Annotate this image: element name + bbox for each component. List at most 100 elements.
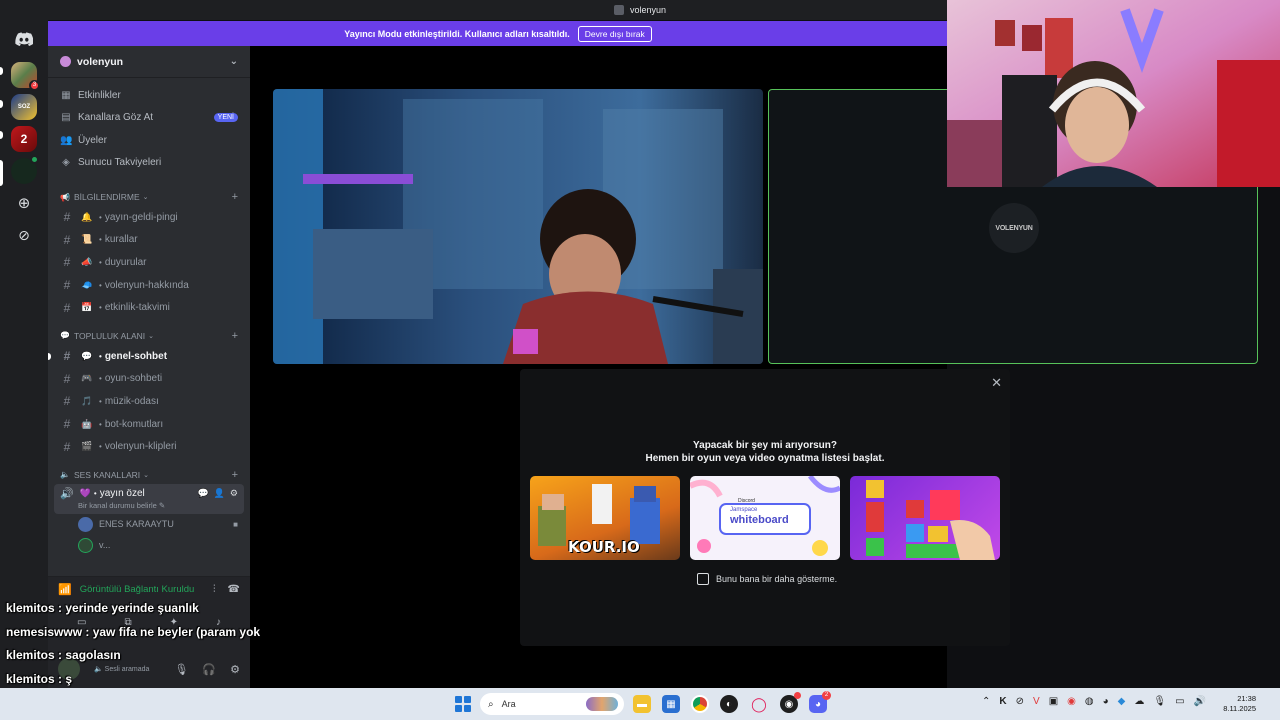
tray-valorant-icon[interactable]: V (1033, 696, 1040, 707)
store-icon[interactable]: ▦ (662, 695, 680, 713)
category-community[interactable]: 💬 TOPLULUK ALANI ⌄ + (48, 327, 250, 345)
server-avatar-2[interactable]: SOZ (11, 94, 37, 120)
signal-icon[interactable]: 📶 (58, 583, 72, 596)
channel-emoji: 📣 (81, 256, 93, 267)
voice-member-list: ENES KARAAYTU ■ v... (48, 514, 250, 556)
category-voice-label: SES KANALLARI (73, 469, 141, 480)
taskbar-clock[interactable]: 21:38 8.11.2025 (1223, 694, 1256, 714)
add-channel-icon[interactable]: + (232, 330, 238, 342)
voice-member[interactable]: ENES KARAAYTU ■ (48, 514, 250, 535)
steam-like-icon[interactable]: ◐ (720, 695, 738, 713)
menu-members[interactable]: 👥 Üyeler (48, 129, 250, 152)
speaker-icon: 🔊 (60, 487, 74, 500)
close-icon[interactable]: ✕ (991, 375, 1002, 391)
menu-members-label: Üyeler (78, 134, 107, 146)
hash-icon: # (63, 371, 71, 386)
live-indicator (30, 155, 39, 164)
activity-card-blocks[interactable] (850, 476, 1000, 560)
invite-icon[interactable]: 👤 (214, 488, 225, 499)
discord-taskbar-icon[interactable]: 2 ◕ (809, 691, 831, 713)
windows-start-icon[interactable] (455, 696, 471, 712)
channel-item[interactable]: # 🔔 • yayın-geldi-pingi (48, 206, 250, 229)
tray-hidden-icon[interactable]: ⊘ (1016, 696, 1024, 707)
speech-bubble-icon: 💬 (60, 331, 70, 341)
video-tile-camera[interactable] (273, 89, 763, 364)
connection-status[interactable]: Görüntülü Bağlantı Kuruldu (80, 584, 195, 595)
voice-channel-yayin-ozel[interactable]: 🔊 💜 • yayın özel 💬 👤 ⚙ Bir kanal durumu … (54, 483, 244, 514)
dont-show-checkbox[interactable] (697, 573, 709, 585)
server-avatar-3[interactable]: 2 (11, 126, 37, 152)
gear-icon[interactable]: ⚙ (230, 488, 238, 499)
server-rail: 3 SOZ 2 ⊕ ⊘ (0, 20, 48, 688)
separator-dot: • (99, 303, 102, 313)
tray-cloud-icon[interactable]: ☁ (1134, 696, 1144, 707)
server-avatar-volenyun[interactable] (11, 155, 39, 184)
channel-item[interactable]: # 💬 • genel-sohbet (48, 345, 250, 368)
taskbar-search[interactable]: ⌕ Ara (480, 693, 624, 715)
menu-browse-label: Kanallara Göz At (78, 112, 154, 124)
chat-text: sagolasın (65, 648, 121, 662)
chevron-down-icon: ⌄ (143, 471, 149, 479)
category-info-label: BİLGİLENDİRME (73, 192, 140, 202)
channel-item[interactable]: # 🎮 • oyun-sohbeti (48, 368, 250, 391)
chat-text: yaw fifa ne beyler (param yok (92, 624, 261, 639)
menu-server-boosts[interactable]: ◈ Sunucu Takviyeleri (48, 152, 250, 175)
tray-display-icon[interactable]: ▭ (1175, 696, 1184, 707)
tray-steam-icon[interactable]: ◍ (1085, 696, 1094, 707)
channel-item[interactable]: # 📜 • kurallar (48, 229, 250, 252)
chat-username: klemitos (6, 671, 55, 686)
hash-icon: # (63, 394, 71, 409)
server-avatar-1[interactable]: 3 (11, 62, 40, 91)
dont-show-again[interactable]: Bunu bana bir daha gösterme. (697, 573, 837, 585)
chat-icon[interactable]: 💬 (197, 488, 208, 499)
whiteboard-brand: Discord (738, 498, 755, 504)
chat-username: klemitos (6, 601, 55, 615)
tray-network-app-icon[interactable]: ◆ (1118, 696, 1126, 707)
obs-icon[interactable]: ◉ (780, 692, 801, 713)
add-server-icon[interactable]: ⊕ (11, 190, 37, 216)
calendar-icon: ▦ (61, 89, 71, 101)
voice-member[interactable]: v... (48, 535, 250, 556)
disable-streamer-mode-button[interactable]: Devre dışı bırak (577, 25, 652, 42)
noise-suppression-icon[interactable]: ⫶ (213, 584, 216, 595)
activity-card-whiteboard[interactable]: Discord Jamspace whiteboard (690, 476, 840, 560)
discover-icon[interactable]: ⊘ (11, 222, 37, 248)
chevron-down-icon[interactable]: ⌄ (230, 56, 238, 67)
add-channel-icon[interactable]: + (232, 191, 238, 203)
category-info[interactable]: 📢 BİLGİLENDİRME ⌄ + (48, 188, 250, 206)
camera-feed-image (273, 89, 763, 364)
channel-item[interactable]: # 🧢 • volenyun-hakkında (48, 274, 250, 297)
tray-discord-icon[interactable]: ◕ (1103, 696, 1109, 707)
separator-dot: • (99, 257, 102, 267)
channel-item[interactable]: # 🎬 • volenyun-klipleri (48, 435, 250, 458)
chevron-up-icon[interactable]: ⌃ (982, 696, 990, 707)
tray-microphone-icon[interactable]: 🎙 (1153, 696, 1166, 707)
channel-item[interactable]: # 🎵 • müzik-odası (48, 390, 250, 413)
selected-server-pill (0, 160, 3, 186)
tray-app-k-icon[interactable]: K (999, 696, 1006, 707)
add-channel-icon[interactable]: + (232, 469, 238, 481)
tray-nvidia-icon[interactable]: ▣ (1049, 696, 1058, 707)
opera-icon[interactable]: ◯ (750, 695, 768, 713)
chrome-icon[interactable] (691, 695, 709, 713)
disconnect-icon[interactable]: ☎ (228, 584, 240, 595)
chat-message: klemitos : sagolasın (6, 645, 306, 669)
server-header[interactable]: volenyun ⌄ (48, 46, 250, 78)
discord-home-icon[interactable] (11, 26, 37, 52)
separator-dot: • (99, 396, 102, 406)
menu-browse-channels[interactable]: ▤ Kanallara Göz At YENİ (48, 107, 250, 130)
channel-status[interactable]: Bir kanal durumu belirle ✎ (78, 501, 238, 510)
banner-message: Yayıncı Modu etkinleştirildi. Kullanıcı … (344, 28, 570, 39)
tray-volume-icon[interactable]: 🔊 (1194, 696, 1206, 707)
file-explorer-icon[interactable]: ▬ (633, 695, 651, 713)
channel-item[interactable]: # 🤖 • bot-komutları (48, 413, 250, 436)
category-voice[interactable]: 🔈 SES KANALLARI ⌄ + (48, 466, 250, 484)
separator-dot: • (99, 212, 102, 222)
activity-card-kour[interactable]: KOUR.IO (530, 476, 680, 560)
speaker-icon: 🔈 (60, 470, 70, 480)
tray-record-icon[interactable]: ◉ (1067, 696, 1076, 707)
channel-item[interactable]: # 📅 • etkinlik-takvimi (48, 296, 250, 319)
server-icon (613, 5, 624, 15)
channel-item[interactable]: # 📣 • duyurular (48, 251, 250, 274)
menu-events[interactable]: ▦ Etkinlikler (48, 84, 250, 107)
